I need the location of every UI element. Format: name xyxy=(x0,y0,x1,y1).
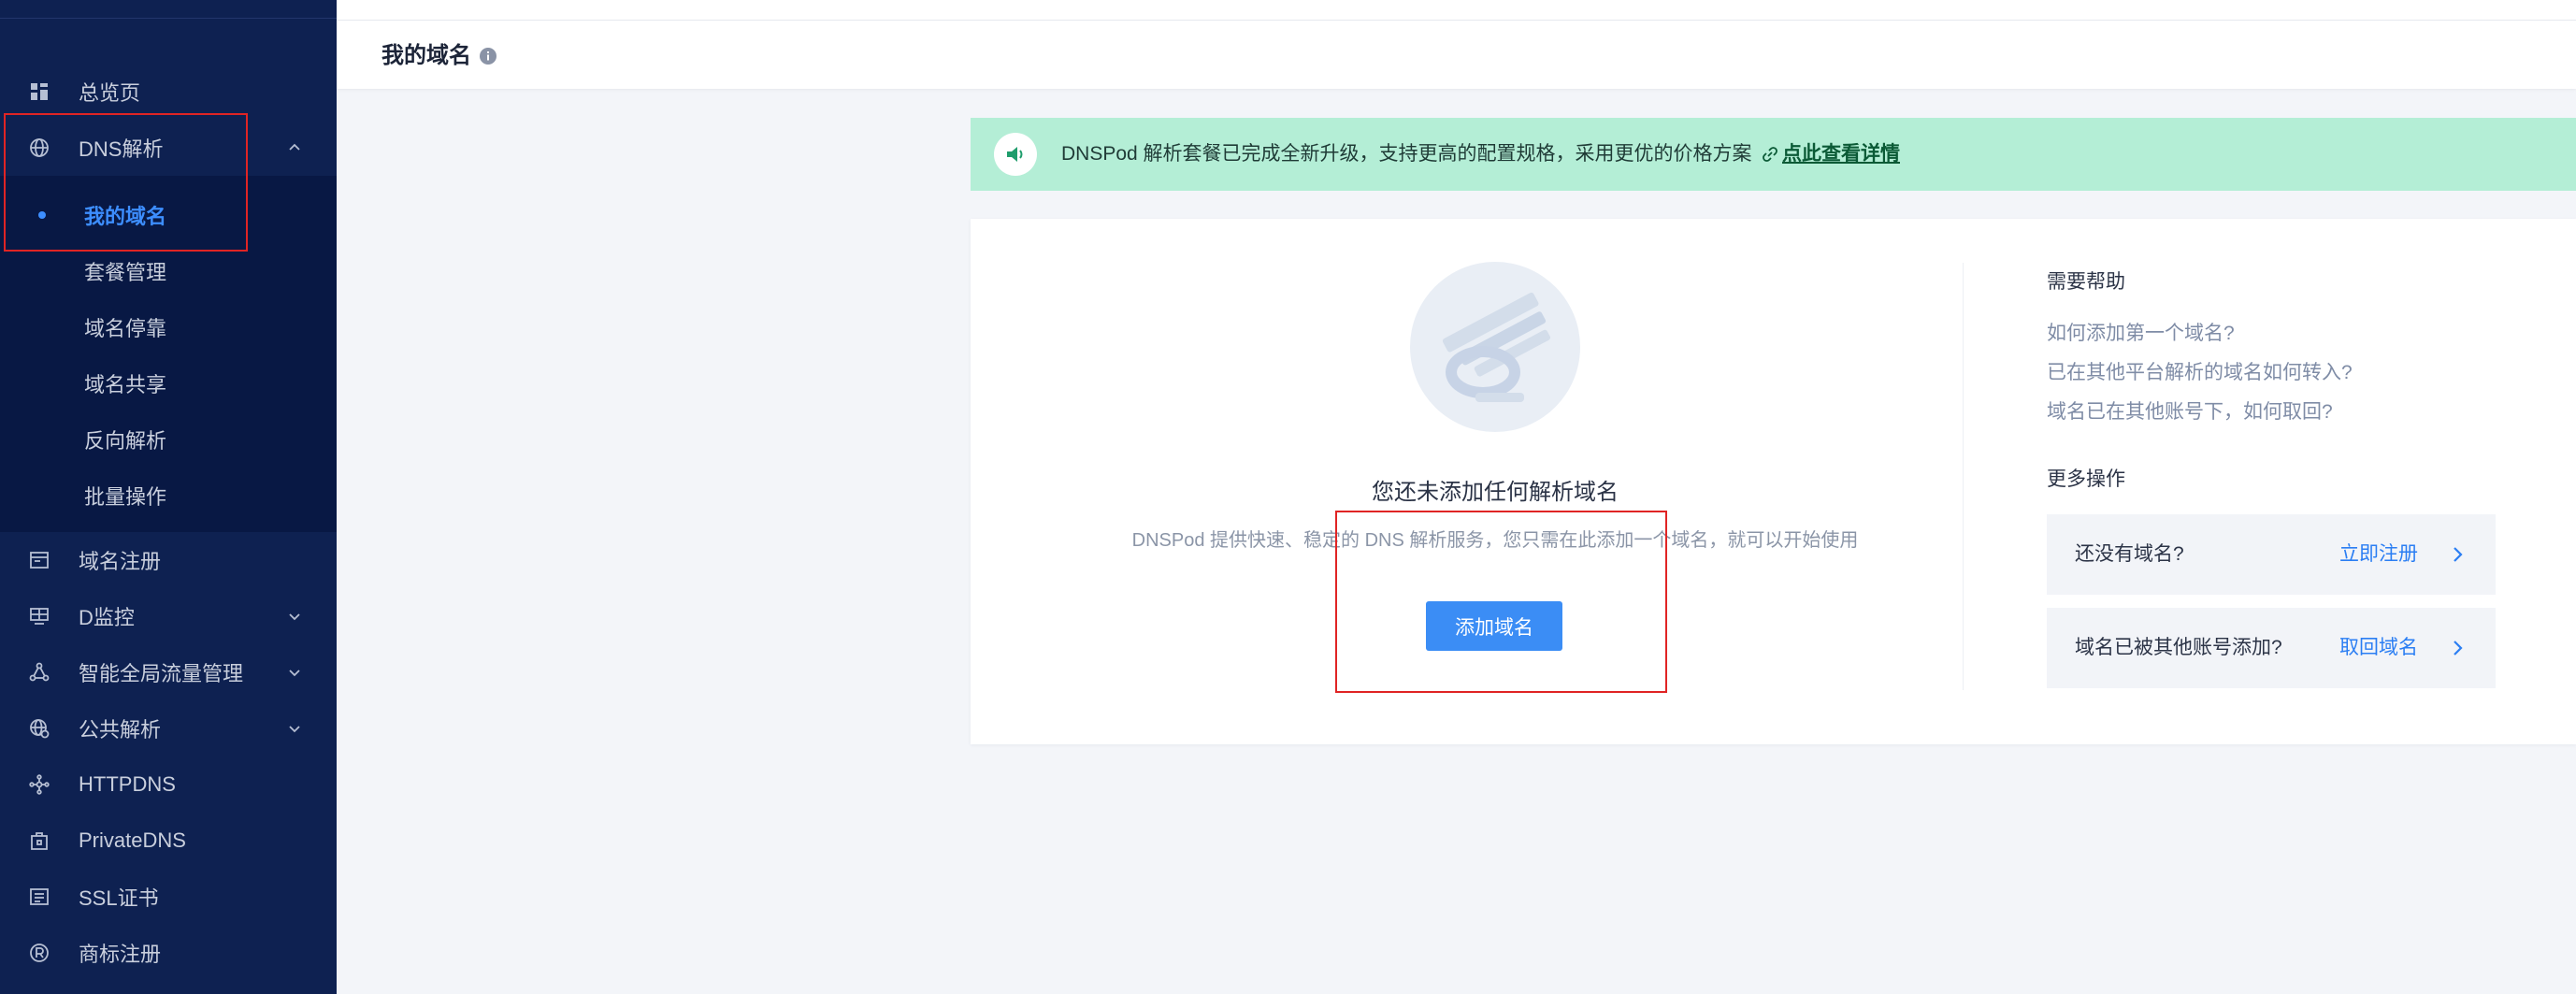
dns-submenu: 我的域名 套餐管理 域名停靠 域名共享 反向解析 批量操作 xyxy=(0,176,337,532)
register-now-link[interactable]: 立即注册 xyxy=(2339,542,2418,567)
sidebar-item-trademark[interactable]: 商标注册 xyxy=(0,925,337,981)
sidebar-item-httpdns[interactable]: HTTPDNS xyxy=(0,756,337,813)
sidebar-item-dns[interactable]: DNS解析 xyxy=(0,120,337,176)
sidebar-item-label: 我的域名 xyxy=(84,205,167,228)
sidebar-item-label: 域名共享 xyxy=(84,373,167,396)
sidebar-item-label: DNS解析 xyxy=(79,137,164,161)
sidebar-item-label: 批量操作 xyxy=(84,485,167,509)
add-domain-button[interactable]: 添加域名 xyxy=(1426,601,1562,651)
sidebar-item-d-monitor[interactable]: D监控 xyxy=(0,588,337,644)
sidebar-item-ssl-certificate[interactable]: SSL证书 xyxy=(0,869,337,925)
register-domain-action[interactable]: 还没有域名? 立即注册 xyxy=(2047,514,2496,595)
sidebar-item-my-domains[interactable]: 我的域名 xyxy=(0,187,337,243)
sidebar-item-private-dns[interactable]: PrivateDNS xyxy=(0,813,337,869)
sidebar-item-label: 智能全局流量管理 xyxy=(79,662,244,685)
dashboard-icon xyxy=(29,81,50,102)
help-section-title: 需要帮助 xyxy=(2047,271,2125,293)
sidebar-item-label: 总览页 xyxy=(79,81,141,105)
retrieve-domain-action[interactable]: 域名已被其他账号添加? 取回域名 xyxy=(2047,608,2496,688)
sidebar-item-public-dns[interactable]: 公共解析 xyxy=(0,700,337,756)
sidebar-item-domain-register[interactable]: 域名注册 xyxy=(0,532,337,588)
domain-list-card: 您还未添加任何解析域名 DNSPod 提供快速、稳定的 DNS 解析服务，您只需… xyxy=(971,219,2576,744)
sidebar-item-reverse-dns[interactable]: 反向解析 xyxy=(0,411,337,468)
sidebar-item-label: D监控 xyxy=(79,606,135,629)
sidebar-item-label: 套餐管理 xyxy=(84,261,167,284)
speaker-icon xyxy=(994,133,1037,176)
chevron-down-icon[interactable] xyxy=(286,720,303,737)
sidebar-item-label: 域名注册 xyxy=(79,550,162,573)
sidebar-item-domain-parking[interactable]: 域名停靠 xyxy=(0,299,337,355)
sidebar-item-label: 商标注册 xyxy=(79,943,162,966)
sidebar-divider xyxy=(0,18,337,19)
sidebar-item-label: 公共解析 xyxy=(79,718,162,742)
page-title: 我的域名 xyxy=(381,43,471,68)
sidebar: 总览页 DNS解析 我的域名 套餐管理 域名停靠 域名共享 反向解析 批量操作 … xyxy=(0,0,337,994)
retrieve-domain-link[interactable]: 取回域名 xyxy=(2339,636,2418,660)
help-link[interactable]: 域名已在其他账号下，如何取回? xyxy=(2047,400,2333,425)
action-label: 域名已被其他账号添加? xyxy=(2075,637,2282,658)
public-dns-icon xyxy=(29,718,50,739)
domain-register-icon xyxy=(29,550,50,570)
action-label: 还没有域名? xyxy=(2075,543,2184,565)
sidebar-item-label: PrivateDNS xyxy=(79,828,186,852)
chevron-down-icon[interactable] xyxy=(286,608,303,625)
empty-state-description: DNSPod 提供快速、稳定的 DNS 解析服务，您只需在此添加一个域名，就可以… xyxy=(1131,530,1859,551)
sidebar-item-traffic-management[interactable]: 智能全局流量管理 xyxy=(0,644,337,700)
httpdns-icon xyxy=(29,774,50,795)
empty-state-title: 您还未添加任何解析域名 xyxy=(1372,480,1619,505)
sidebar-item-label: 反向解析 xyxy=(84,429,167,453)
banner-text: DNSPod 解析套餐已完成全新升级，支持更高的配置规格，采用更优的价格方案 xyxy=(1061,143,1752,165)
sidebar-item-overview[interactable]: 总览页 xyxy=(0,64,337,120)
chevron-right-icon xyxy=(2454,547,2463,562)
help-link[interactable]: 如何添加第一个域名? xyxy=(2047,322,2235,346)
trademark-icon xyxy=(29,943,50,963)
traffic-management-icon xyxy=(29,662,50,683)
active-indicator xyxy=(38,211,46,219)
sidebar-item-plan-management[interactable]: 套餐管理 xyxy=(0,243,337,299)
monitor-icon xyxy=(29,606,50,627)
header-divider xyxy=(337,20,2576,21)
sidebar-item-domain-sharing[interactable]: 域名共享 xyxy=(0,355,337,411)
vertical-divider xyxy=(1963,263,1964,690)
sidebar-nav: 总览页 DNS解析 我的域名 套餐管理 域名停靠 域名共享 反向解析 批量操作 … xyxy=(0,64,337,981)
ssl-certificate-icon xyxy=(29,886,50,907)
chevron-down-icon[interactable] xyxy=(286,664,303,681)
sidebar-item-label: 域名停靠 xyxy=(84,317,167,340)
help-link[interactable]: 已在其他平台解析的域名如何转入? xyxy=(2047,361,2353,385)
announcement-banner: DNSPod 解析套餐已完成全新升级，支持更高的配置规格，采用更优的价格方案 点… xyxy=(971,118,2576,191)
chevron-right-icon xyxy=(2454,641,2463,655)
sidebar-item-batch-operations[interactable]: 批量操作 xyxy=(0,468,337,524)
more-actions-title: 更多操作 xyxy=(2047,468,2125,490)
info-icon[interactable] xyxy=(479,47,497,65)
page-header: 我的域名 xyxy=(337,0,2576,89)
private-dns-icon xyxy=(29,830,50,851)
chevron-up-icon[interactable] xyxy=(286,139,303,156)
banner-link-label: 点此查看详情 xyxy=(1782,143,1900,165)
sidebar-item-label: HTTPDNS xyxy=(79,772,176,796)
globe-icon xyxy=(29,137,50,158)
empty-search-illustration xyxy=(1410,262,1580,432)
sidebar-item-label: SSL证书 xyxy=(79,886,159,910)
banner-details-link[interactable]: 点此查看详情 xyxy=(1761,142,1900,166)
link-icon xyxy=(1763,147,1777,162)
